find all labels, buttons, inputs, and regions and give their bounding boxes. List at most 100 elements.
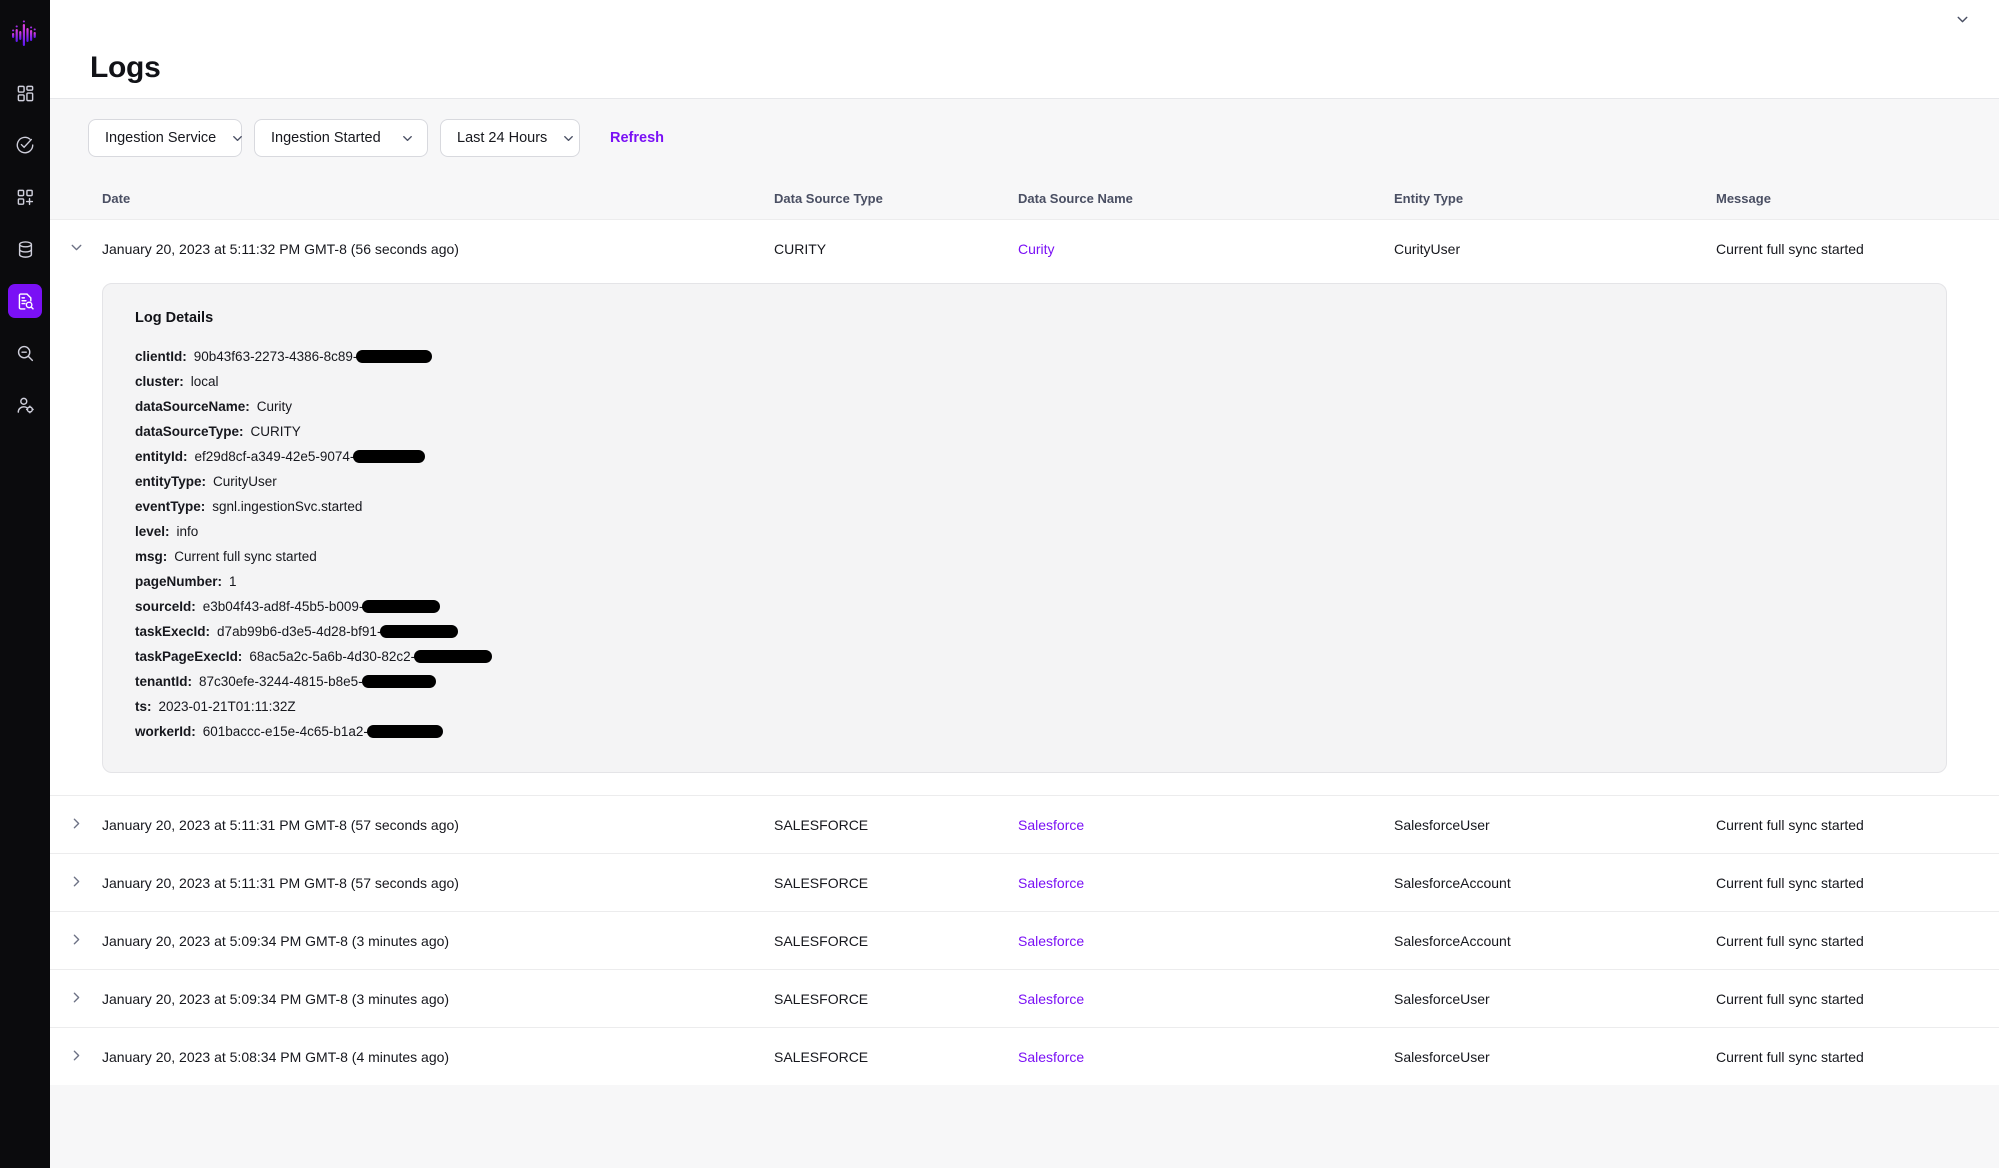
sidebar-item-integrations[interactable] (8, 180, 42, 214)
log-detail-value: e3b04f43-ad8f-45b5-b009- (202, 599, 364, 614)
cell-data-source-type: SALESFORCE (774, 1048, 869, 1065)
sidebar-item-logs[interactable] (8, 284, 42, 318)
data-source-link[interactable]: Salesforce (1018, 1049, 1084, 1065)
table-row[interactable]: January 20, 2023 at 5:11:31 PM GMT-8 (57… (50, 853, 1999, 911)
cell-date: January 20, 2023 at 5:11:31 PM GMT-8 (57… (102, 874, 459, 891)
log-detail-value: Current full sync started (174, 549, 317, 564)
column-header-date: Date (102, 190, 131, 206)
log-detail-field: dataSourceType: CURITY (135, 419, 1946, 444)
log-detail-field: clientId: 90b43f63-2273-4386-8c89- (135, 344, 1946, 369)
content-area: Ingestion Service Ingestion Started Last… (50, 99, 1999, 1168)
table-row[interactable]: January 20, 2023 at 5:08:34 PM GMT-8 (4 … (50, 1027, 1999, 1085)
cell-data-source-name: Salesforce (1018, 991, 1394, 1007)
log-detail-key: ts: (135, 699, 152, 714)
data-source-link[interactable]: Salesforce (1018, 933, 1084, 949)
cell-message: Current full sync started (1716, 816, 1864, 833)
log-details-title: Log Details (135, 310, 214, 326)
sidebar-item-data-sources[interactable] (8, 232, 42, 266)
sidebar-item-dashboard[interactable] (8, 76, 42, 110)
cell-entity-type: SalesforceUser (1394, 1048, 1490, 1065)
check-circle-icon (15, 135, 35, 155)
chevron-down-icon (68, 239, 85, 259)
log-detail-key: msg: (135, 549, 168, 564)
log-detail-key: tenantId: (135, 674, 192, 689)
log-detail-value: info (176, 524, 199, 539)
table-row[interactable]: January 20, 2023 at 5:11:32 PM GMT-8 (56… (50, 219, 1999, 277)
log-detail-value: 2023-01-21T01:11:32Z (158, 699, 296, 714)
filter-time-range-label: Last 24 Hours (457, 130, 548, 146)
log-detail-field: msg: Current full sync started (135, 544, 1946, 569)
filter-ingestion-status-label: Ingestion Started (271, 130, 381, 146)
chevron-right-icon (68, 931, 85, 951)
filter-ingestion-service[interactable]: Ingestion Service (88, 119, 245, 157)
log-detail-field: workerId: 601baccc-e15e-4c65-b1a2- (135, 719, 1946, 744)
column-header-data-source-name: Data Source Name (1018, 190, 1133, 206)
logs-table: Date Data Source Type Data Source Name E… (50, 177, 1999, 1085)
cell-data-source-name: Salesforce (1018, 1049, 1394, 1065)
filter-ingestion-status[interactable]: Ingestion Started (254, 119, 428, 157)
refresh-button[interactable]: Refresh (610, 130, 664, 146)
sidebar-item-users[interactable] (8, 388, 42, 422)
row-expand-toggle[interactable] (50, 239, 102, 259)
table-row[interactable]: January 20, 2023 at 5:11:31 PM GMT-8 (57… (50, 795, 1999, 853)
sidebar (0, 0, 50, 1168)
log-detail-field: taskExecId: d7ab99b6-d3e5-4d28-bf91- (135, 619, 1946, 644)
cell-data-source-name: Salesforce (1018, 875, 1394, 891)
sidebar-item-search[interactable] (8, 336, 42, 370)
log-detail-key: sourceId: (135, 599, 196, 614)
sidebar-item-policies[interactable] (8, 128, 42, 162)
log-detail-value: sgnl.ingestionSvc.started (212, 499, 363, 514)
log-detail-value: CurityUser (213, 474, 277, 489)
cell-date: January 20, 2023 at 5:09:34 PM GMT-8 (3 … (102, 932, 450, 949)
redaction-bar (356, 350, 433, 363)
row-expand-toggle[interactable] (50, 873, 102, 893)
data-source-link[interactable]: Curity (1018, 241, 1055, 257)
log-detail-field: pageNumber: 1 (135, 569, 1946, 594)
redaction-bar (353, 450, 426, 463)
cell-entity-type: SalesforceUser (1394, 816, 1490, 833)
data-source-link[interactable]: Salesforce (1018, 817, 1084, 833)
chevron-down-icon (386, 131, 415, 146)
cell-entity-type: SalesforceUser (1394, 990, 1490, 1007)
log-detail-value: CURITY (250, 424, 301, 439)
data-source-link[interactable]: Salesforce (1018, 875, 1084, 891)
chevron-down-icon (216, 131, 245, 146)
table-row[interactable]: January 20, 2023 at 5:09:34 PM GMT-8 (3 … (50, 911, 1999, 969)
row-expand-toggle[interactable] (50, 815, 102, 835)
row-expand-toggle[interactable] (50, 1047, 102, 1067)
cell-entity-type: CurityUser (1394, 240, 1461, 257)
log-detail-key: cluster: (135, 374, 184, 389)
log-detail-key: level: (135, 524, 170, 539)
filter-time-range[interactable]: Last 24 Hours (440, 119, 580, 157)
log-detail-key: entityType: (135, 474, 207, 489)
top-bar (50, 0, 1999, 38)
log-detail-value: local (190, 374, 219, 389)
cell-date: January 20, 2023 at 5:11:31 PM GMT-8 (57… (102, 816, 459, 833)
table-row[interactable]: January 20, 2023 at 5:09:34 PM GMT-8 (3 … (50, 969, 1999, 1027)
cell-message: Current full sync started (1716, 990, 1864, 1007)
log-detail-field: dataSourceName: Curity (135, 394, 1946, 419)
redaction-bar (414, 650, 493, 663)
chevron-down-icon[interactable] (1948, 5, 1977, 34)
row-expand-toggle[interactable] (50, 989, 102, 1009)
cell-data-source-name: Salesforce (1018, 817, 1394, 833)
chevron-right-icon (68, 815, 85, 835)
log-detail-key: taskPageExecId: (135, 649, 243, 664)
log-detail-field: sourceId: e3b04f43-ad8f-45b5-b009- (135, 594, 1946, 619)
log-details-field-list: clientId: 90b43f63-2273-4386-8c89- cluster… (135, 344, 1946, 744)
log-detail-field: ts: 2023-01-21T01:11:32Z (135, 694, 1946, 719)
column-header-data-source-type: Data Source Type (774, 190, 883, 206)
log-detail-field: entityType: CurityUser (135, 469, 1946, 494)
row-expand-toggle[interactable] (50, 931, 102, 951)
database-icon (16, 240, 35, 259)
cell-data-source-type: CURITY (774, 240, 827, 257)
cell-entity-type: SalesforceAccount (1394, 932, 1511, 949)
log-detail-key: eventType: (135, 499, 206, 514)
grid-squares-icon (16, 84, 35, 103)
cell-message: Current full sync started (1716, 1048, 1864, 1065)
chevron-right-icon (68, 1047, 85, 1067)
filter-bar: Ingestion Service Ingestion Started Last… (50, 99, 1999, 177)
sgnl-waveform-logo[interactable] (0, 6, 50, 50)
data-source-link[interactable]: Salesforce (1018, 991, 1084, 1007)
add-module-icon (16, 188, 35, 207)
